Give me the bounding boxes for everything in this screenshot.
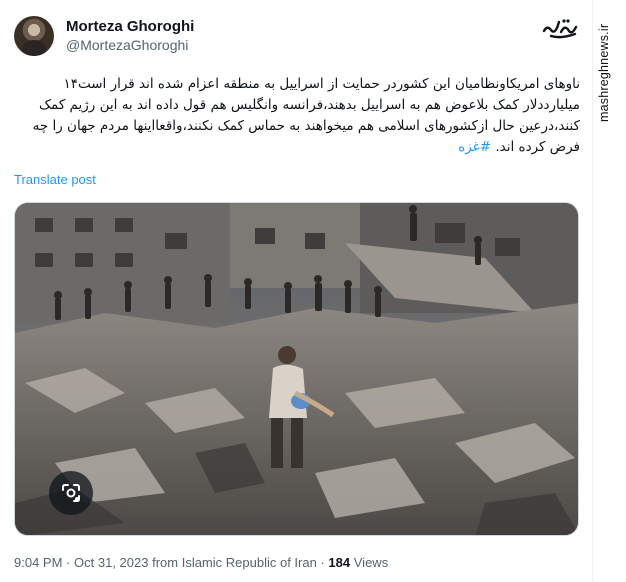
- tweet-source: from Islamic Republic of Iran: [152, 555, 317, 570]
- google-lens-icon: [62, 484, 80, 502]
- rubble-photo: [15, 203, 578, 535]
- tweet-body: ناوهای امریکاونظامیان این کشوردر حمایت ا…: [32, 76, 580, 155]
- meta-separator: ·: [320, 555, 325, 570]
- tweet-text: ناوهای امریکاونظامیان این کشوردر حمایت ا…: [14, 74, 580, 158]
- tweet-card: Morteza Ghoroghi @MortezaGhoroghi ناوهای…: [0, 0, 592, 582]
- watermark-site: mashreghnews.ir: [597, 23, 611, 122]
- meta-separator: ·: [66, 555, 71, 570]
- watermark-strip: mashreghnews.ir: [592, 0, 626, 582]
- tweet-time[interactable]: 9:04 PM: [14, 555, 62, 570]
- tweet-date[interactable]: Oct 31, 2023: [74, 555, 148, 570]
- translate-post-link[interactable]: Translate post: [14, 172, 96, 187]
- mashregh-logo-icon: [542, 19, 578, 39]
- tweet-meta: 9:04 PM · Oct 31, 2023 from Islamic Repu…: [14, 555, 388, 570]
- google-lens-button[interactable]: [49, 471, 93, 515]
- tweet-header: Morteza Ghoroghi @MortezaGhoroghi: [14, 14, 194, 58]
- author-handle[interactable]: @MortezaGhoroghi: [66, 36, 194, 55]
- tweet-media-image[interactable]: [14, 202, 579, 536]
- author-names: Morteza Ghoroghi @MortezaGhoroghi: [66, 17, 194, 55]
- hashtag-link[interactable]: #غزه: [458, 139, 491, 155]
- author-display-name[interactable]: Morteza Ghoroghi: [66, 17, 194, 36]
- views-label: Views: [353, 555, 389, 570]
- mashregh-logo: [541, 16, 581, 40]
- views-count: 184: [328, 555, 351, 570]
- avatar[interactable]: [14, 16, 54, 56]
